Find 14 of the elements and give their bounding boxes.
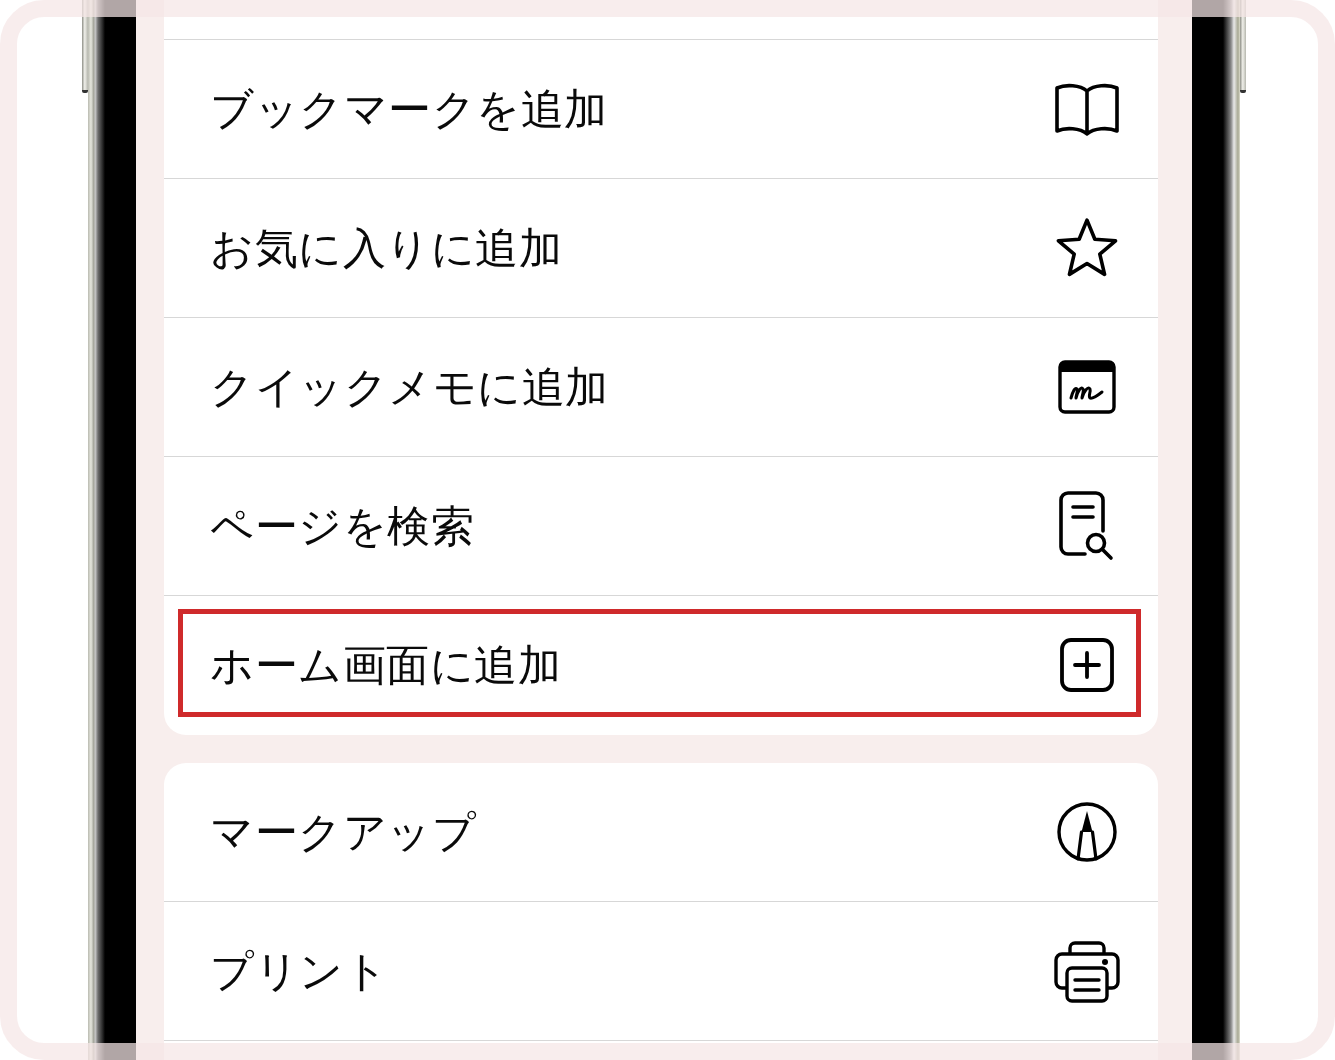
menu-item[interactable]: プリント bbox=[164, 902, 1158, 1041]
menu-item[interactable]: マークアップ bbox=[164, 763, 1158, 902]
book-icon bbox=[1054, 81, 1120, 137]
menu-item[interactable]: ホーム画面に追加 bbox=[164, 595, 1158, 734]
plus-square-icon bbox=[1060, 638, 1114, 692]
printer-icon bbox=[1054, 939, 1120, 1003]
menu-item[interactable]: ページを検索 bbox=[164, 456, 1158, 595]
pen-circle-icon bbox=[1057, 802, 1117, 862]
scribble-note-icon bbox=[1058, 360, 1116, 414]
menu-item[interactable]: クイックメモに追加 bbox=[164, 317, 1158, 456]
menu-item[interactable]: お気に入りに追加 bbox=[164, 178, 1158, 317]
menu-item[interactable]: ブックマークを追加 bbox=[164, 39, 1158, 178]
star-icon bbox=[1056, 218, 1118, 278]
document-search-icon bbox=[1059, 491, 1115, 561]
